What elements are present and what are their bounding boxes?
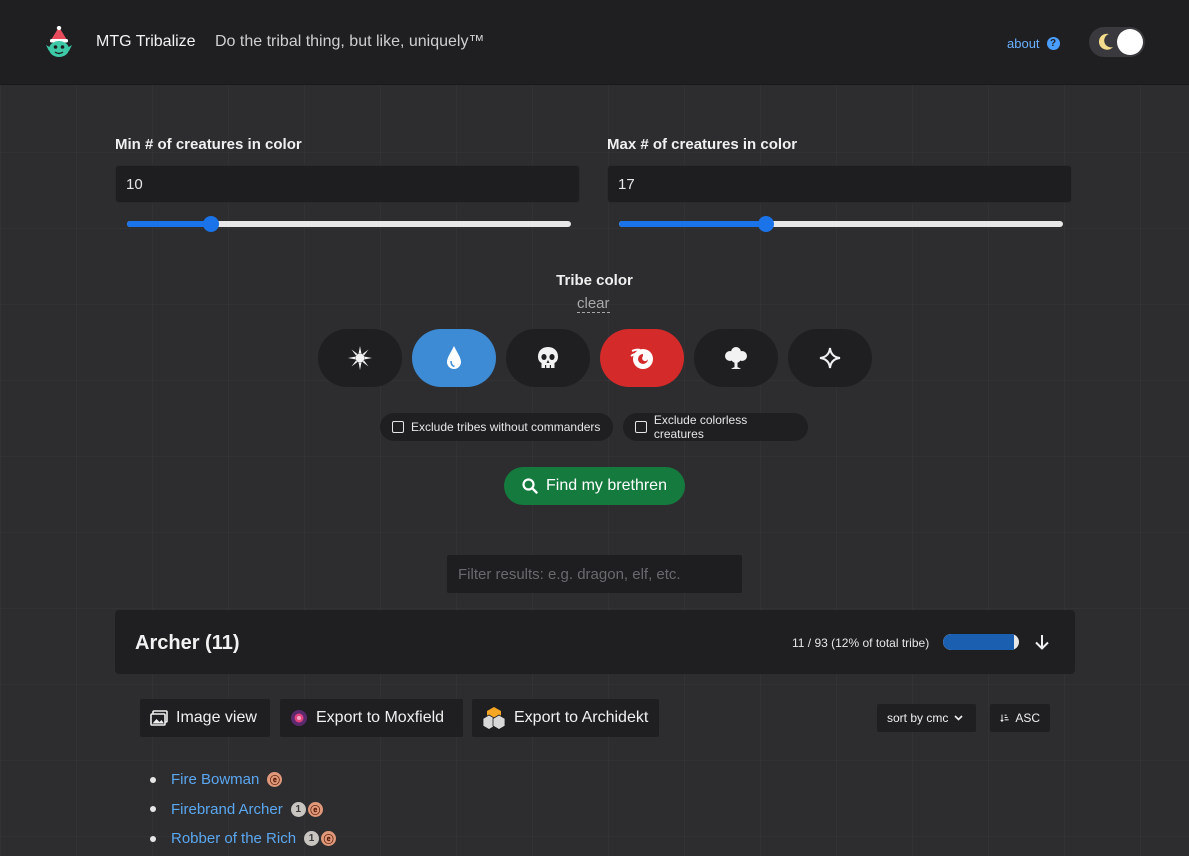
find-brethren-button[interactable]: Find my brethren (504, 467, 685, 505)
about-label: about (1007, 36, 1040, 51)
checkbox-icon[interactable] (635, 421, 647, 433)
red-mana-icon: ⓔ (267, 772, 283, 788)
list-item: Firebrand Archer 1 ⓔ (150, 795, 338, 825)
red-color-button[interactable] (600, 329, 684, 387)
card-link[interactable]: Firebrand Archer (171, 801, 283, 818)
blue-color-button[interactable] (412, 329, 496, 387)
top-navbar: MTG Tribalize Do the tribal thing, but l… (0, 0, 1189, 85)
bullet (150, 806, 156, 813)
tribe-progress-fill (943, 634, 1014, 650)
tree-icon (725, 347, 747, 369)
sort-by-label: sort by cmc (887, 711, 949, 725)
diamond-icon (819, 347, 841, 369)
water-drop-icon (447, 346, 461, 369)
red-mana-icon: ⓔ (321, 831, 337, 847)
exclude-no-commander-checkbox[interactable]: Exclude tribes without commanders (380, 413, 613, 441)
arrow-down-icon[interactable] (1033, 633, 1051, 651)
search-icon (522, 478, 538, 494)
sort-ascending-icon (1000, 714, 1009, 722)
app-title[interactable]: MTG Tribalize (96, 33, 196, 51)
max-slider-thumb[interactable] (757, 216, 774, 232)
export-moxfield-label: Export to Moxfield (316, 709, 445, 726)
question-circle-icon: ? (1046, 37, 1060, 50)
clear-colors-link[interactable]: clear (577, 296, 610, 313)
sort-order-label: ASC (1015, 711, 1040, 725)
list-item: Robber of the Rich 1 ⓔ (150, 824, 338, 854)
sun-icon (348, 346, 372, 370)
max-creatures-input[interactable]: 17 (607, 165, 1072, 203)
image-view-button[interactable]: Image view (140, 699, 270, 737)
card-list: Fire Bowman ⓔ Firebrand Archer 1 ⓔ Robbe… (150, 765, 338, 854)
toggle-knob (1117, 29, 1143, 55)
chevron-down-icon (954, 715, 963, 721)
white-color-button[interactable] (318, 329, 402, 387)
fireball-icon (630, 348, 653, 369)
tribe-name: Archer (11) (135, 632, 240, 654)
archidekt-logo-icon (482, 707, 506, 730)
tribe-result-card[interactable]: Archer (11) 11 / 93 (12% of total tribe) (115, 610, 1075, 674)
sort-by-dropdown[interactable]: sort by cmc (877, 704, 976, 732)
about-link[interactable]: about ? (1007, 36, 1060, 51)
red-mana-icon: ⓔ (307, 801, 323, 817)
moxfield-logo-icon (291, 710, 307, 726)
tribe-color-heading: Tribe color (556, 272, 633, 289)
tribe-progress-bar (943, 634, 1019, 650)
min-creatures-label: Min # of creatures in color (115, 136, 302, 153)
exclude-colorless-checkbox[interactable]: Exclude colorless creatures (623, 413, 808, 441)
checkbox-icon[interactable] (392, 421, 404, 433)
card-link[interactable]: Fire Bowman (171, 771, 259, 788)
moon-icon (1098, 33, 1113, 50)
generic-mana-icon: 1 (290, 801, 306, 817)
app-tagline: Do the tribal thing, but like, uniquely™ (215, 33, 485, 50)
export-archidekt-button[interactable]: Export to Archidekt (472, 699, 659, 737)
dark-mode-toggle[interactable] (1089, 27, 1145, 57)
generic-mana-icon: 1 (304, 831, 320, 847)
min-creatures-slider[interactable] (127, 215, 571, 233)
min-slider-thumb[interactable] (203, 216, 220, 232)
exclude-no-commander-label: Exclude tribes without commanders (411, 420, 601, 434)
sort-order-button[interactable]: ASC (990, 704, 1050, 732)
card-link[interactable]: Robber of the Rich (171, 830, 296, 847)
min-creatures-input[interactable]: 10 (115, 165, 580, 203)
tribe-stats: 11 / 93 (12% of total tribe) (792, 636, 930, 650)
bullet (150, 776, 156, 783)
images-icon (150, 710, 168, 726)
image-view-label: Image view (176, 709, 257, 726)
filter-results-input[interactable] (447, 555, 742, 593)
list-item: Fire Bowman ⓔ (150, 765, 338, 795)
max-creatures-label: Max # of creatures in color (607, 136, 798, 153)
black-color-button[interactable] (506, 329, 590, 387)
find-brethren-label: Find my brethren (546, 477, 667, 494)
green-color-button[interactable] (694, 329, 778, 387)
max-creatures-slider[interactable] (619, 215, 1063, 233)
export-archidekt-label: Export to Archidekt (514, 709, 649, 726)
skull-icon (538, 347, 558, 368)
goblin-logo-icon[interactable] (44, 26, 74, 58)
export-moxfield-button[interactable]: Export to Moxfield (280, 699, 463, 737)
exclude-colorless-label: Exclude colorless creatures (653, 413, 748, 441)
bullet (150, 835, 156, 842)
colorless-color-button[interactable] (788, 329, 872, 387)
